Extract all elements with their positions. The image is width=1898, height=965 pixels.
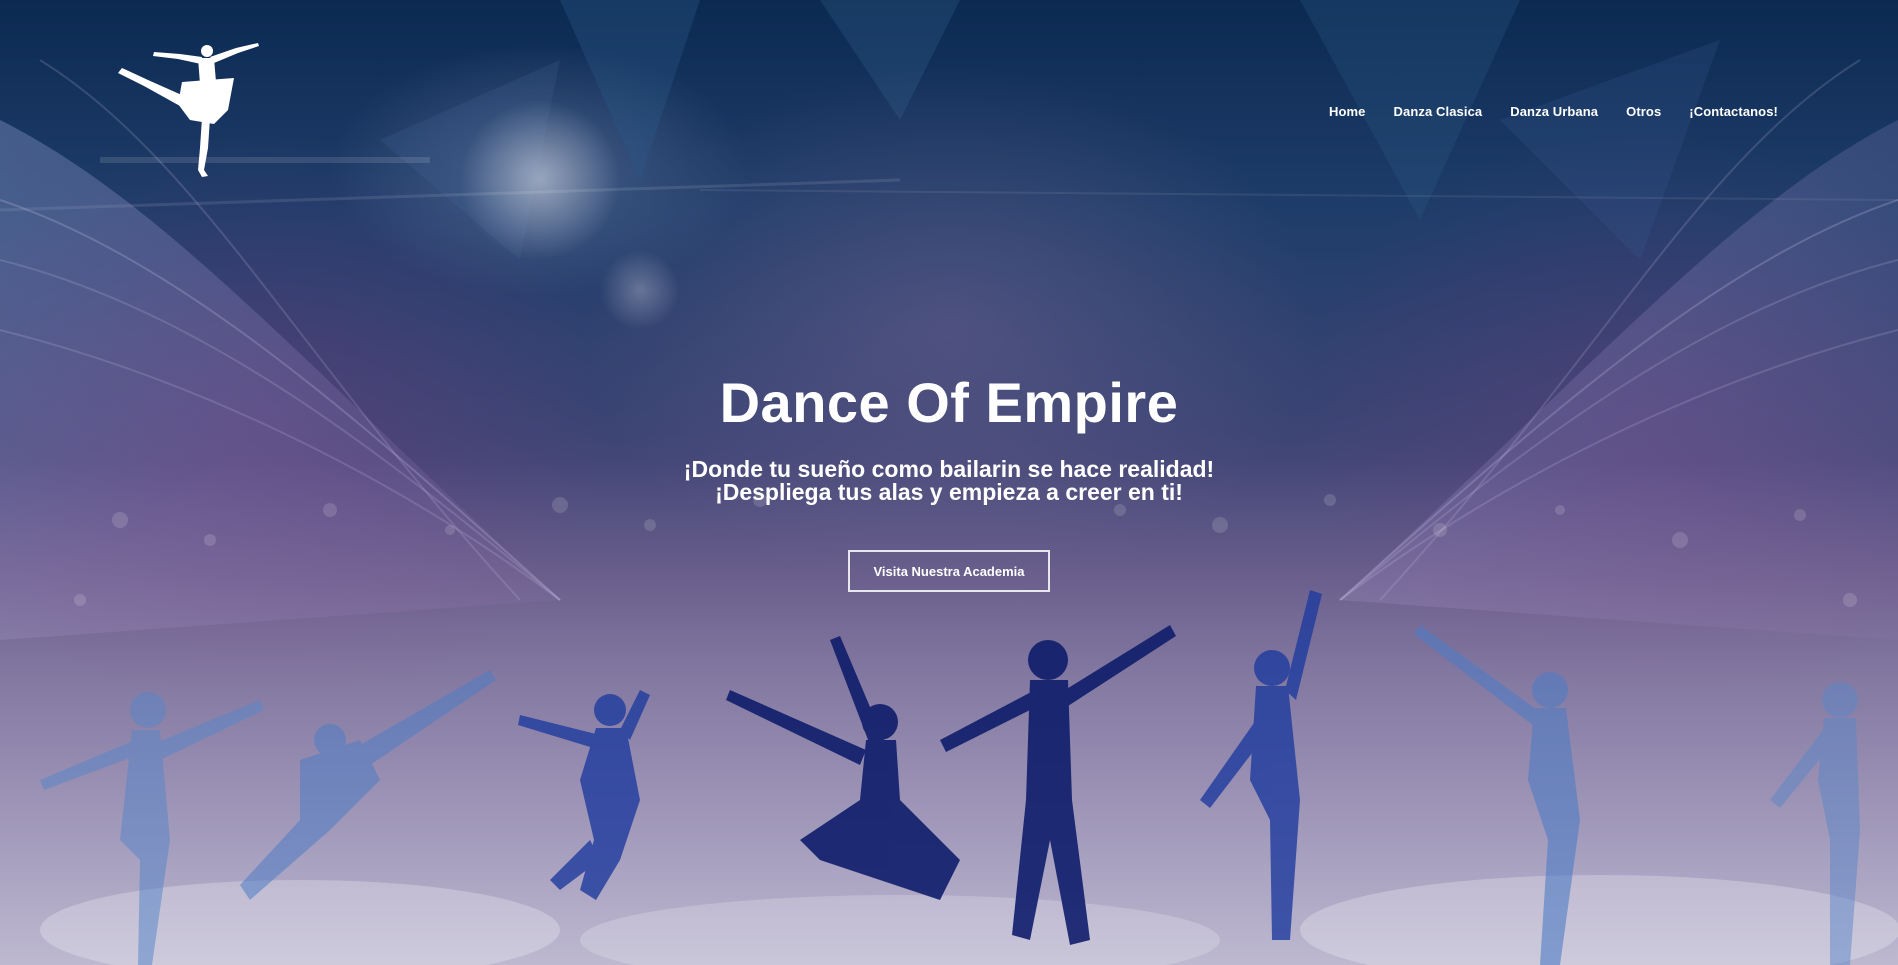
site-header: Home Danza Clasica Danza Urbana Otros ¡C… <box>0 0 1898 190</box>
ballerina-icon <box>118 43 259 177</box>
nav-item-danza-clasica[interactable]: Danza Clasica <box>1394 104 1483 119</box>
main-nav: Home Danza Clasica Danza Urbana Otros ¡C… <box>1329 104 1778 119</box>
visit-academy-button[interactable]: Visita Nuestra Academia <box>848 550 1050 592</box>
nav-item-otros[interactable]: Otros <box>1626 104 1661 119</box>
logo-link[interactable] <box>118 40 260 178</box>
hero-subtitle: ¡Donde tu sueño como bailarin se hace re… <box>0 458 1898 504</box>
nav-item-danza-urbana[interactable]: Danza Urbana <box>1510 104 1598 119</box>
hero-subtitle-line-2: ¡Despliega tus alas y empieza a creer en… <box>715 479 1183 505</box>
hero-title: Dance Of Empire <box>719 371 1179 434</box>
nav-item-home[interactable]: Home <box>1329 104 1366 119</box>
hero-section: Home Danza Clasica Danza Urbana Otros ¡C… <box>0 0 1898 965</box>
hero-content: Dance Of Empire ¡Donde tu sueño como bai… <box>0 370 1898 592</box>
nav-item-contactanos[interactable]: ¡Contactanos! <box>1689 104 1778 119</box>
